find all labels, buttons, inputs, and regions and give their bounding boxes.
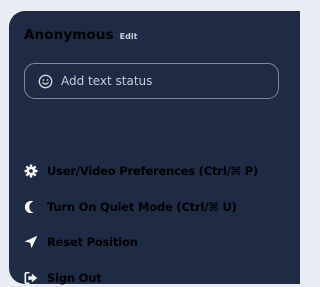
gear-icon (24, 164, 38, 178)
location-arrow-icon (24, 235, 38, 249)
username: Anonymous (24, 27, 114, 43)
menu-item-preferences[interactable]: User/Video Preferences (Ctrl/⌘ P) (24, 162, 258, 180)
text-status-placeholder: Add text status (61, 74, 153, 88)
moon-icon (24, 200, 38, 214)
sign-out-icon (24, 271, 38, 285)
edit-name-link[interactable]: Edit (120, 32, 138, 41)
menu-item-label: Turn On Quiet Mode (Ctrl/⌘ U) (47, 200, 237, 214)
menu-item-label: User/Video Preferences (Ctrl/⌘ P) (47, 164, 259, 178)
menu-item-label: Reset Position (47, 235, 138, 249)
menu-item-label: Sign Out (47, 271, 102, 285)
text-status-input[interactable]: Add text status (24, 63, 279, 99)
menu-item-sign-out[interactable]: Sign Out (24, 269, 102, 287)
user-header: Anonymous Edit (24, 27, 137, 43)
smiley-icon (38, 74, 53, 89)
menu-item-quiet-mode[interactable]: Turn On Quiet Mode (Ctrl/⌘ U) (24, 198, 237, 216)
menu-item-reset-position[interactable]: Reset Position (24, 233, 138, 251)
